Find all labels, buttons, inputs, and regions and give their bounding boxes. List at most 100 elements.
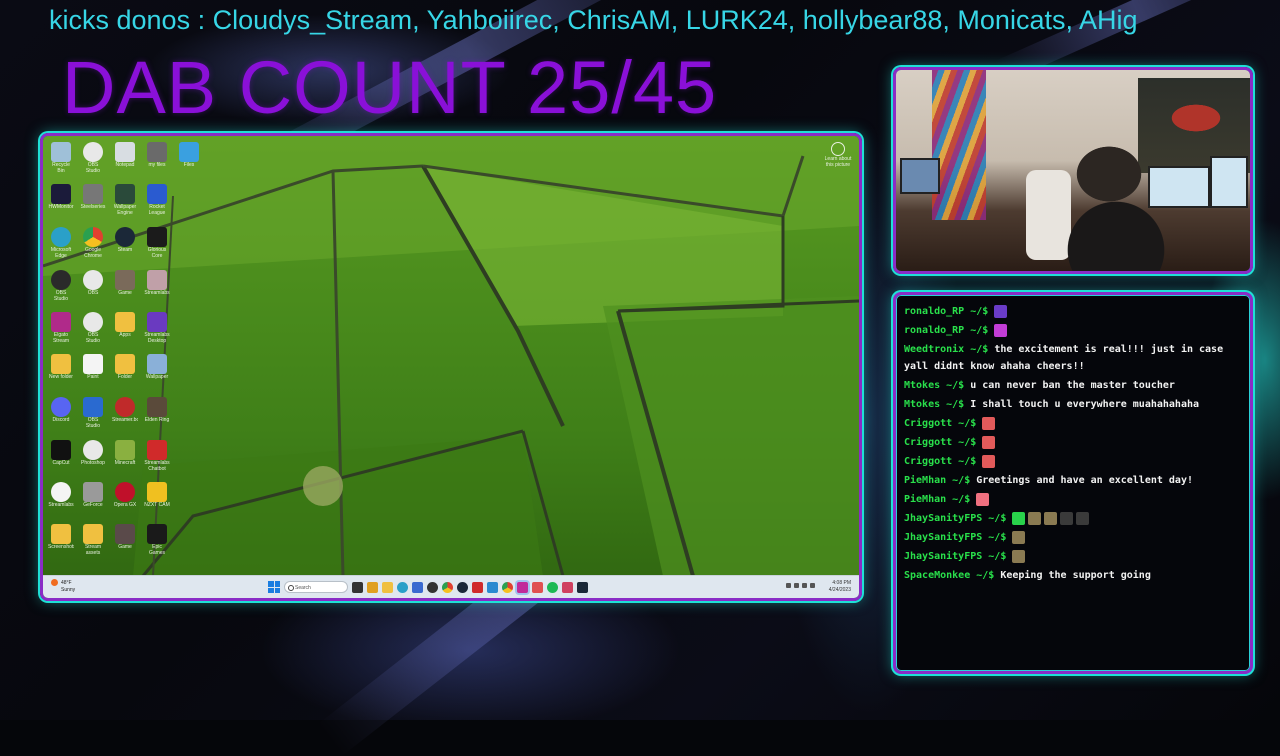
desktop-icon[interactable]: Stream assets	[80, 524, 106, 556]
store-icon[interactable]	[412, 581, 423, 593]
chrome-icon[interactable]	[502, 581, 513, 593]
desktop-icon[interactable]: CapCut	[48, 440, 74, 472]
chat-text: Keeping the support going	[1000, 570, 1151, 581]
obs-icon	[83, 142, 103, 162]
desktop-icon[interactable]: Photoshop	[80, 440, 106, 472]
desktop-icon[interactable]: Steelseries	[80, 184, 106, 216]
chat-message: JhaySanityFPS ~/$	[904, 510, 1242, 527]
file-explorer-icon[interactable]	[382, 581, 393, 593]
desktop-icon[interactable]: Elden Ring	[144, 397, 170, 429]
desktop-icon[interactable]: OBS Studio	[80, 312, 106, 344]
desktop-icon[interactable]: Opera GX	[112, 482, 138, 514]
epic-games-icon	[147, 524, 167, 544]
desktop-icon[interactable]: New folder	[48, 354, 74, 386]
chat-message: Criggott ~/$	[904, 453, 1242, 470]
taskbar-clock[interactable]: 4:08 PM 4/24/2023	[829, 580, 851, 594]
desktop-icon[interactable]: Game	[112, 524, 138, 556]
rocket-league-icon	[147, 184, 167, 204]
monitor	[900, 158, 940, 194]
desktop-icon[interactable]: Elgato Stream Deck	[48, 312, 74, 344]
desktop-icon[interactable]: Steam	[112, 227, 138, 259]
obs-icon	[83, 270, 103, 290]
start-button[interactable]	[268, 581, 280, 593]
desktop-icon[interactable]: Wallpaper	[144, 354, 170, 386]
chat-username: PieMhan ~/$	[904, 475, 977, 486]
desktop-icon[interactable]: Google Chrome	[80, 227, 106, 259]
app-icon[interactable]	[562, 581, 573, 593]
weather-widget[interactable]: 48°F Sunny	[51, 579, 75, 594]
desktop-icon[interactable]: Streamlabs Desktop	[144, 312, 170, 344]
geforce-icon	[83, 482, 103, 502]
chat-message: PieMhan ~/$ Greetings and have an excell…	[904, 472, 1242, 489]
webcam-frame	[893, 67, 1253, 274]
desktop-icon[interactable]: Streamlabs Chatbot	[144, 440, 170, 472]
desktop-icon[interactable]: Recycle Bin	[48, 142, 74, 174]
obs-icon	[83, 440, 103, 460]
desktop-icon[interactable]: NZXT CAM	[144, 482, 170, 514]
app-icon[interactable]	[532, 581, 543, 593]
chat-message: ronaldo_RP ~/$	[904, 303, 1242, 320]
desktop-icon[interactable]: Microsoft Edge	[48, 227, 74, 259]
desktop-icon[interactable]: Rocket League	[144, 184, 170, 216]
desktop-icon[interactable]: Streamlabs	[48, 482, 74, 514]
chat-username: Mtokes ~/$	[904, 380, 971, 391]
app-icon[interactable]	[487, 581, 498, 593]
chrome-icon	[83, 227, 103, 247]
system-tray[interactable]	[786, 583, 815, 588]
chat-username: JhaySanityFPS ~/$	[904, 532, 1013, 543]
chat-username: JhaySanityFPS ~/$	[904, 513, 1013, 524]
desktop-icon[interactable]: OBS	[80, 270, 106, 302]
steam-icon	[115, 227, 135, 247]
capcut-icon	[51, 440, 71, 460]
spotify-icon[interactable]	[547, 581, 558, 593]
desktop-icon[interactable]: Epic Games Launcher	[144, 524, 170, 556]
desktop-icon[interactable]: HWMonitor	[48, 184, 74, 216]
desktop-icon[interactable]: Discord	[48, 397, 74, 429]
widgets-icon[interactable]	[367, 581, 378, 593]
desktop-icon[interactable]: OBS Studio	[80, 142, 106, 174]
emote-icon	[1012, 549, 1026, 563]
task-view-icon[interactable]	[352, 581, 363, 593]
emote-icon	[1060, 511, 1074, 525]
desktop-icon[interactable]: Streamer.bot	[112, 397, 138, 429]
files-icon	[179, 142, 199, 162]
chat-message: Weedtronix ~/$ the excitement is real!!!…	[904, 341, 1242, 375]
app-icon[interactable]	[472, 581, 483, 593]
obs-icon[interactable]	[427, 581, 438, 593]
learn-about-picture[interactable]: Learn about this picture	[823, 142, 853, 168]
desktop-icon[interactable]: Screenshots	[48, 524, 74, 556]
desktop-icon[interactable]: OBS Studio	[80, 397, 106, 429]
desktop-icon[interactable]: my files	[144, 142, 170, 174]
desktop-icon[interactable]: Wallpaper Engine	[112, 184, 138, 216]
desktop-icon[interactable]: Game	[112, 270, 138, 302]
emote-icon	[982, 416, 996, 430]
chat-message: JhaySanityFPS ~/$	[904, 529, 1242, 546]
desktop-icon[interactable]: OBS Studio	[48, 270, 74, 302]
chat-username: SpaceMonkee ~/$	[904, 570, 1001, 581]
sun-icon	[51, 579, 58, 586]
edge-icon[interactable]	[397, 581, 408, 593]
chrome-icon[interactable]	[442, 581, 453, 593]
desktop-icon[interactable]: Notepad	[112, 142, 138, 174]
emote-icon	[1012, 511, 1026, 525]
desktop-icon[interactable]: Glorious Core	[144, 227, 170, 259]
desktop-icon[interactable]: Files	[176, 142, 202, 174]
desktop-icon[interactable]: Folder	[112, 354, 138, 386]
folder-icon	[115, 354, 135, 374]
desktop-icon[interactable]: Streamlabs	[144, 270, 170, 302]
desktop-icon[interactable]: Paint	[80, 354, 106, 386]
desktop-icon[interactable]: Minecraft	[112, 440, 138, 472]
emote-icon	[976, 492, 990, 506]
desktop-icon[interactable]: GeForce	[80, 482, 106, 514]
emote-icon	[982, 454, 996, 468]
obs-icon	[83, 397, 103, 417]
steam-icon[interactable]	[457, 581, 468, 593]
donation-ticker: kicks donos : Cloudys_Stream, Yahboiirec…	[49, 5, 1138, 35]
chat-username: Criggott ~/$	[904, 437, 983, 448]
chat-username: JhaySanityFPS ~/$	[904, 551, 1013, 562]
steam-icon[interactable]	[577, 581, 588, 593]
streamlabs-icon[interactable]	[517, 581, 528, 593]
desktop-icon[interactable]: Apps	[112, 312, 138, 344]
taskbar-search[interactable]: Search	[284, 581, 348, 593]
folder-icon	[147, 142, 167, 162]
